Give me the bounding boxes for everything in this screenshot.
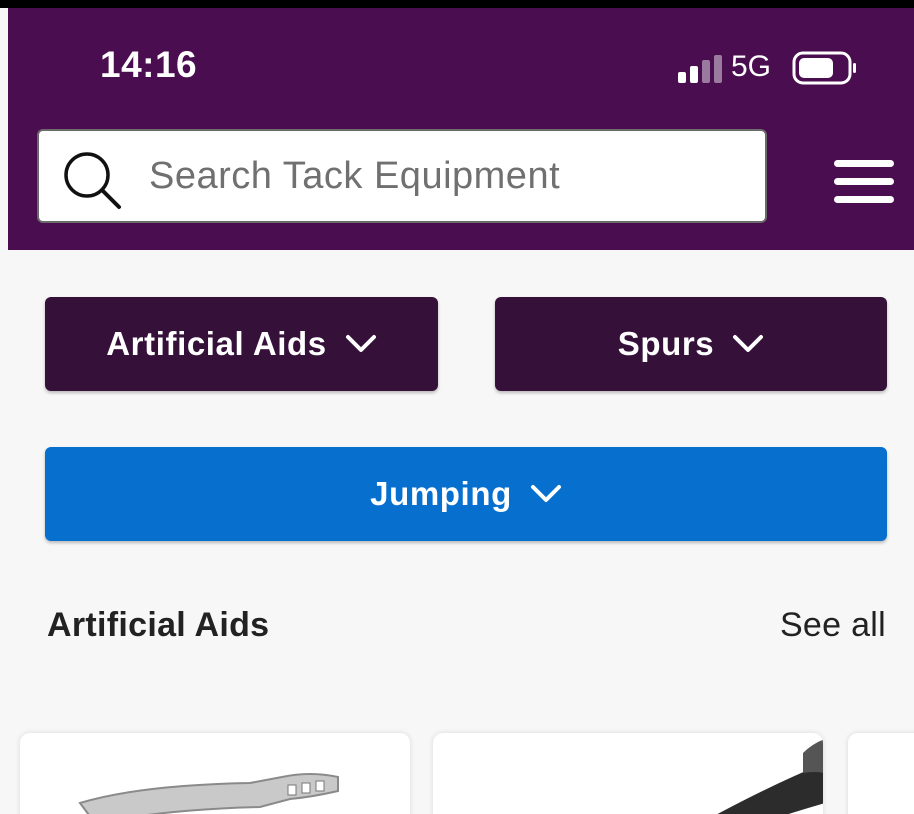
cellular-signal-icon: [678, 55, 722, 83]
product-card[interactable]: [20, 733, 410, 814]
product-card[interactable]: [848, 733, 914, 814]
section-title: Artificial Aids: [47, 606, 270, 644]
search-bar[interactable]: [37, 129, 767, 223]
battery-icon: [792, 51, 856, 85]
chevron-down-icon: [530, 485, 561, 502]
filter-artificial-aids-button[interactable]: Artificial Aids: [45, 297, 438, 391]
network-type-label: 5G: [731, 50, 772, 83]
chevron-down-icon: [345, 335, 376, 352]
filter-label: Spurs: [617, 325, 715, 362]
product-card[interactable]: [433, 733, 823, 814]
product-image: [78, 773, 339, 814]
filter-label: Artificial Aids: [106, 325, 327, 362]
search-icon: [64, 152, 121, 209]
see-all-link[interactable]: See all: [780, 606, 886, 645]
search-input[interactable]: [149, 131, 749, 221]
filter-spurs-button[interactable]: Spurs: [495, 297, 887, 391]
filter-label: Jumping: [370, 475, 512, 512]
screen-top-edge: [0, 0, 914, 8]
chevron-down-icon: [733, 335, 764, 352]
hamburger-menu-icon[interactable]: [834, 160, 894, 210]
filter-jumping-button[interactable]: Jumping: [45, 447, 887, 541]
product-image: [717, 739, 823, 814]
status-time: 14:16: [100, 44, 198, 85]
